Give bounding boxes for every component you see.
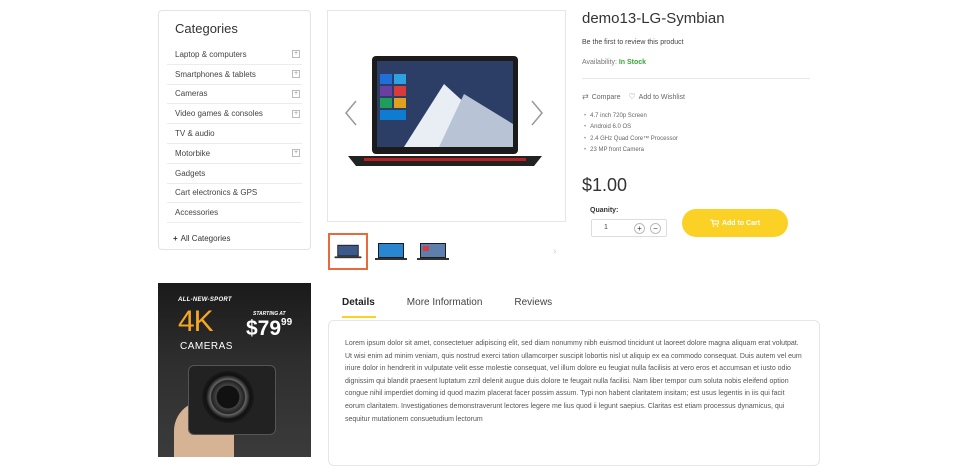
quantity-label: Quanity: — [590, 207, 619, 214]
category-label: Cameras — [175, 89, 208, 99]
feature-item: 23 MP front Camera — [584, 147, 678, 158]
quantity-stepper[interactable]: 1 + − — [591, 219, 667, 237]
add-to-cart-label: Add to Cart — [721, 219, 761, 227]
quantity-minus-button[interactable]: − — [650, 223, 661, 234]
all-categories-link[interactable]: + All Categories — [159, 223, 310, 243]
quantity-plus-button[interactable]: + — [634, 223, 645, 234]
details-text: Lorem ipsum dolor sit amet, consectetuer… — [345, 340, 802, 423]
feature-list: 4.7 inch 720p Screen Android 6.0 OS 2.4 … — [584, 113, 678, 158]
heart-icon: ♡ — [628, 92, 636, 101]
product-tabs: Details More Information Reviews — [327, 292, 567, 318]
category-label: Gadgets — [175, 168, 206, 178]
banner-headline: 4K — [178, 305, 214, 338]
category-list: Laptop & computers + Smartphones & table… — [159, 45, 310, 224]
category-item-motorbike[interactable]: Motorbike + — [167, 144, 302, 164]
product-title: demo13-LG-Symbian — [582, 10, 725, 27]
category-item-laptop[interactable]: Laptop & computers + — [167, 45, 302, 65]
category-label: Motorbike — [175, 148, 211, 158]
product-laptop-image[interactable] — [344, 54, 546, 170]
expand-plus-icon[interactable]: + — [292, 89, 300, 98]
expand-plus-icon[interactable]: + — [292, 70, 300, 79]
quantity-input[interactable]: 1 — [604, 224, 608, 231]
banner-subhead: CAMERAS — [180, 341, 233, 352]
expand-plus-icon[interactable]: + — [292, 109, 300, 118]
thumbnail-strip — [327, 233, 566, 271]
cart-icon — [709, 219, 719, 227]
categories-title: Categories — [175, 21, 238, 36]
category-item-accessories[interactable]: Accessories — [167, 203, 302, 224]
thumbnail-1[interactable] — [328, 233, 368, 270]
thumbnail-3[interactable] — [413, 233, 453, 270]
feature-item: 2.4 GHz Quad Core™ Processor — [584, 136, 678, 147]
compare-link[interactable]: ⇄ Compare — [582, 92, 621, 101]
categories-panel: Categories Laptop & computers + Smartpho… — [158, 10, 311, 250]
thumbnail-2[interactable] — [371, 233, 411, 270]
divider — [582, 78, 810, 79]
category-label: Smartphones & tablets — [175, 69, 256, 79]
category-item-video-games[interactable]: Video games & consoles + — [167, 104, 302, 125]
product-actions: ⇄ Compare ♡ Add to Wishlist — [582, 92, 685, 101]
tab-more-information[interactable]: More Information — [392, 292, 498, 318]
tab-details[interactable]: Details — [327, 292, 390, 318]
expand-plus-icon[interactable]: + — [292, 149, 300, 158]
category-label: TV & audio — [175, 129, 215, 139]
category-item-cart-electronics[interactable]: Cart electronics & GPS — [167, 184, 302, 204]
plus-icon: + — [173, 234, 178, 244]
category-item-cameras[interactable]: Cameras + — [167, 85, 302, 105]
availability-value: In Stock — [618, 59, 647, 66]
feature-item: 4.7 inch 720p Screen — [584, 113, 678, 124]
product-price: $1.00 — [582, 175, 628, 195]
category-item-gadgets[interactable]: Gadgets — [167, 164, 302, 184]
category-label: Video games & consoles — [175, 109, 263, 119]
tab-panel-details: Lorem ipsum dolor sit amet, consectetuer… — [328, 320, 820, 466]
category-label: Accessories — [175, 208, 219, 218]
category-label: Cart electronics & GPS — [175, 188, 258, 198]
tab-reviews[interactable]: Reviews — [499, 292, 567, 318]
feature-item: Android 6.0 OS — [584, 124, 678, 135]
banner-price: $7999 — [246, 317, 293, 340]
expand-plus-icon[interactable]: + — [292, 50, 300, 59]
availability-label: Availability: — [582, 59, 617, 66]
add-to-cart-button[interactable]: Add to Cart — [682, 209, 788, 237]
promo-banner[interactable]: ALL-NEW-SPORT 4K CAMERAS STARTING AT $79… — [158, 283, 311, 457]
next-image-arrow-icon[interactable] — [530, 100, 544, 126]
category-label: Laptop & computers — [175, 49, 247, 59]
category-item-smartphones[interactable]: Smartphones & tablets + — [167, 65, 302, 85]
prev-image-arrow-icon[interactable] — [344, 100, 358, 126]
compare-icon: ⇄ — [582, 92, 589, 101]
availability: Availability: In Stock — [582, 59, 646, 66]
camera-lens-image — [202, 371, 254, 423]
wishlist-link[interactable]: ♡ Add to Wishlist — [629, 92, 685, 101]
thumbnail-next-icon[interactable]: › — [553, 246, 556, 257]
category-item-tv-audio[interactable]: TV & audio — [167, 124, 302, 144]
all-categories-label: All Categories — [180, 234, 231, 244]
banner-tagline: ALL-NEW-SPORT — [178, 297, 232, 303]
review-link[interactable]: Be the first to review this product — [582, 39, 684, 46]
